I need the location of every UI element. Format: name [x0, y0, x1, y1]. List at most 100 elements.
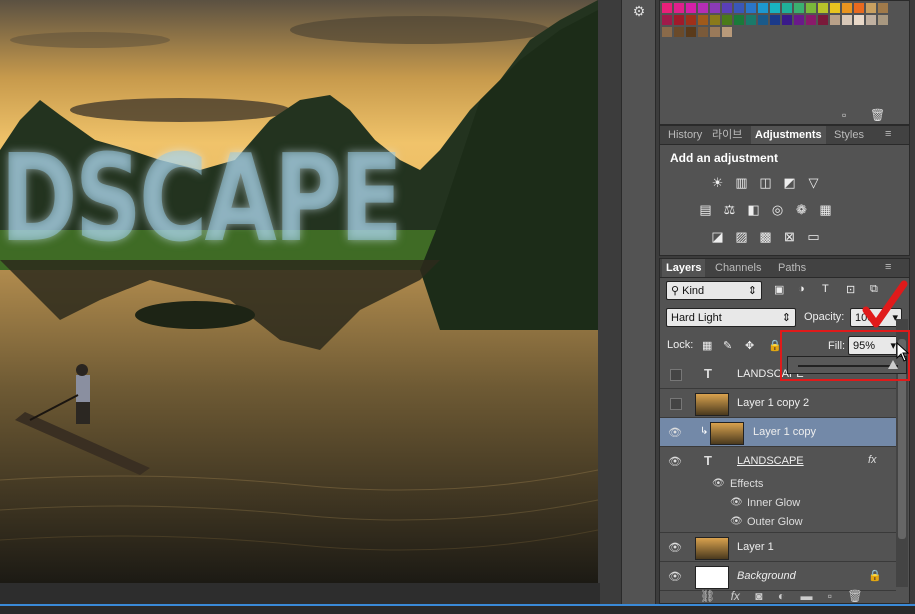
gradient-map-icon[interactable]: ▭ [806, 230, 821, 243]
new-layer-icon[interactable]: ▫ [828, 589, 832, 603]
black-white-icon[interactable]: ◧ [746, 203, 761, 216]
color-swatch[interactable] [710, 3, 720, 13]
brightness-icon[interactable]: ☀ [710, 176, 725, 189]
color-swatch[interactable] [674, 27, 684, 37]
eye-icon[interactable]: 👁 [668, 455, 682, 468]
trash-icon[interactable]: 🗑 [847, 589, 862, 603]
fx-menu-icon[interactable]: fx [731, 589, 740, 603]
color-swatch[interactable] [674, 3, 684, 13]
filter-image-icon[interactable]: ▣ [774, 283, 784, 296]
layers-menu-icon[interactable]: ≡ [885, 261, 891, 273]
tab-history[interactable]: History [664, 126, 706, 144]
color-swatch[interactable] [866, 3, 876, 13]
eye-icon[interactable]: 👁 [668, 541, 682, 554]
color-swatch[interactable] [830, 3, 840, 13]
eye-icon[interactable]: 👁 [730, 516, 743, 527]
color-swatch[interactable] [686, 27, 696, 37]
hue-saturation-icon[interactable]: ▤ [698, 203, 713, 216]
color-swatch[interactable] [722, 3, 732, 13]
visibility-toggle[interactable] [670, 398, 682, 410]
color-swatch[interactable] [722, 15, 732, 25]
trash-icon[interactable]: 🗑 [870, 108, 885, 122]
filter-kind-select[interactable]: ⚲ Kind ⇕ [666, 281, 762, 300]
color-swatch[interactable] [662, 3, 672, 13]
color-swatch[interactable] [698, 15, 708, 25]
color-swatch[interactable] [758, 15, 768, 25]
layer-row[interactable]: Layer 1 copy 2 [660, 389, 896, 418]
mask-icon[interactable]: ◙ [755, 589, 762, 603]
color-swatch[interactable] [866, 15, 876, 25]
color-swatch[interactable] [878, 15, 888, 25]
color-swatch[interactable] [722, 27, 732, 37]
exposure-icon[interactable]: ◩ [782, 176, 797, 189]
link-icon[interactable]: ⛓ [700, 589, 715, 603]
color-balance-icon[interactable]: ⚖ [722, 203, 737, 216]
panel-menu-icon[interactable]: ≡ [885, 128, 891, 140]
color-swatch[interactable] [842, 15, 852, 25]
color-swatch[interactable] [782, 3, 792, 13]
layer-row-selected[interactable]: 👁 ↳ Layer 1 copy [660, 418, 896, 447]
layer-row[interactable]: 👁 T LANDSCAPE fx 👁 Effects 👁 Inner Glow … [660, 447, 896, 533]
color-swatch[interactable] [746, 15, 756, 25]
threshold-icon[interactable]: ▩ [758, 230, 773, 243]
group-icon[interactable]: ▬ [800, 589, 812, 603]
curves-icon[interactable]: ◫ [758, 176, 773, 189]
color-swatch[interactable] [710, 27, 720, 37]
properties-icon[interactable]: ⚙ [628, 0, 650, 22]
eye-icon[interactable]: 👁 [668, 570, 682, 583]
color-swatch[interactable] [830, 15, 840, 25]
color-swatch[interactable] [770, 3, 780, 13]
fx-icon[interactable]: fx [868, 454, 877, 466]
color-swatch[interactable] [686, 3, 696, 13]
color-swatch[interactable] [710, 15, 720, 25]
layer-row[interactable]: 👁 Background 🔒 [660, 562, 896, 591]
color-swatch[interactable] [806, 15, 816, 25]
levels-icon[interactable]: ▥ [734, 176, 749, 189]
color-swatch[interactable] [734, 3, 744, 13]
filter-type-icon[interactable]: T [822, 283, 829, 295]
color-swatch[interactable] [674, 15, 684, 25]
color-swatch[interactable] [758, 3, 768, 13]
invert-icon[interactable]: ◪ [710, 230, 725, 243]
color-swatch[interactable] [746, 3, 756, 13]
filter-shape-icon[interactable]: ⊡ [846, 283, 855, 296]
tab-adjustments[interactable]: Adjustments [751, 126, 826, 144]
color-swatch[interactable] [662, 27, 672, 37]
vibrance-icon[interactable]: ▽ [806, 176, 821, 189]
visibility-toggle[interactable] [670, 369, 682, 381]
effect-outer-glow[interactable]: Outer Glow [747, 516, 803, 528]
color-lookup-icon[interactable]: ▦ [818, 203, 833, 216]
color-swatch[interactable] [818, 15, 828, 25]
color-swatch[interactable] [854, 15, 864, 25]
lock-move-icon[interactable]: ✥ [745, 339, 754, 352]
color-swatch[interactable] [806, 3, 816, 13]
eye-icon[interactable]: 👁 [730, 497, 743, 508]
color-swatch[interactable] [842, 3, 852, 13]
new-swatch-icon[interactable]: ▫ [842, 108, 846, 122]
color-swatch[interactable] [734, 15, 744, 25]
color-swatch[interactable] [878, 3, 888, 13]
lock-transparent-icon[interactable]: ▦ [702, 339, 712, 352]
eye-icon[interactable]: 👁 [668, 426, 682, 439]
effect-inner-glow[interactable]: Inner Glow [747, 497, 800, 509]
lock-paint-icon[interactable]: ✎ [723, 339, 732, 352]
color-swatch[interactable] [794, 15, 804, 25]
tab-styles[interactable]: Styles [830, 126, 868, 144]
color-swatch[interactable] [662, 15, 672, 25]
tab-channels[interactable]: Channels [711, 259, 765, 277]
filter-adjustment-icon[interactable]: ◑ [798, 283, 805, 295]
color-swatch[interactable] [854, 3, 864, 13]
color-swatch[interactable] [818, 3, 828, 13]
selective-color-icon[interactable]: ⊠ [782, 230, 797, 243]
color-swatch[interactable] [698, 3, 708, 13]
tab-live[interactable]: 라이브 [708, 126, 746, 144]
eye-icon[interactable]: 👁 [712, 478, 725, 489]
color-swatch[interactable] [686, 15, 696, 25]
document-canvas[interactable]: DSCAPE [0, 0, 598, 583]
posterize-icon[interactable]: ▨ [734, 230, 749, 243]
color-swatch[interactable] [698, 27, 708, 37]
tab-layers[interactable]: Layers [662, 259, 706, 277]
color-swatch[interactable] [770, 15, 780, 25]
adjustment-layer-icon[interactable]: ◐ [778, 589, 785, 603]
channel-mixer-icon[interactable]: ❁ [794, 203, 809, 216]
